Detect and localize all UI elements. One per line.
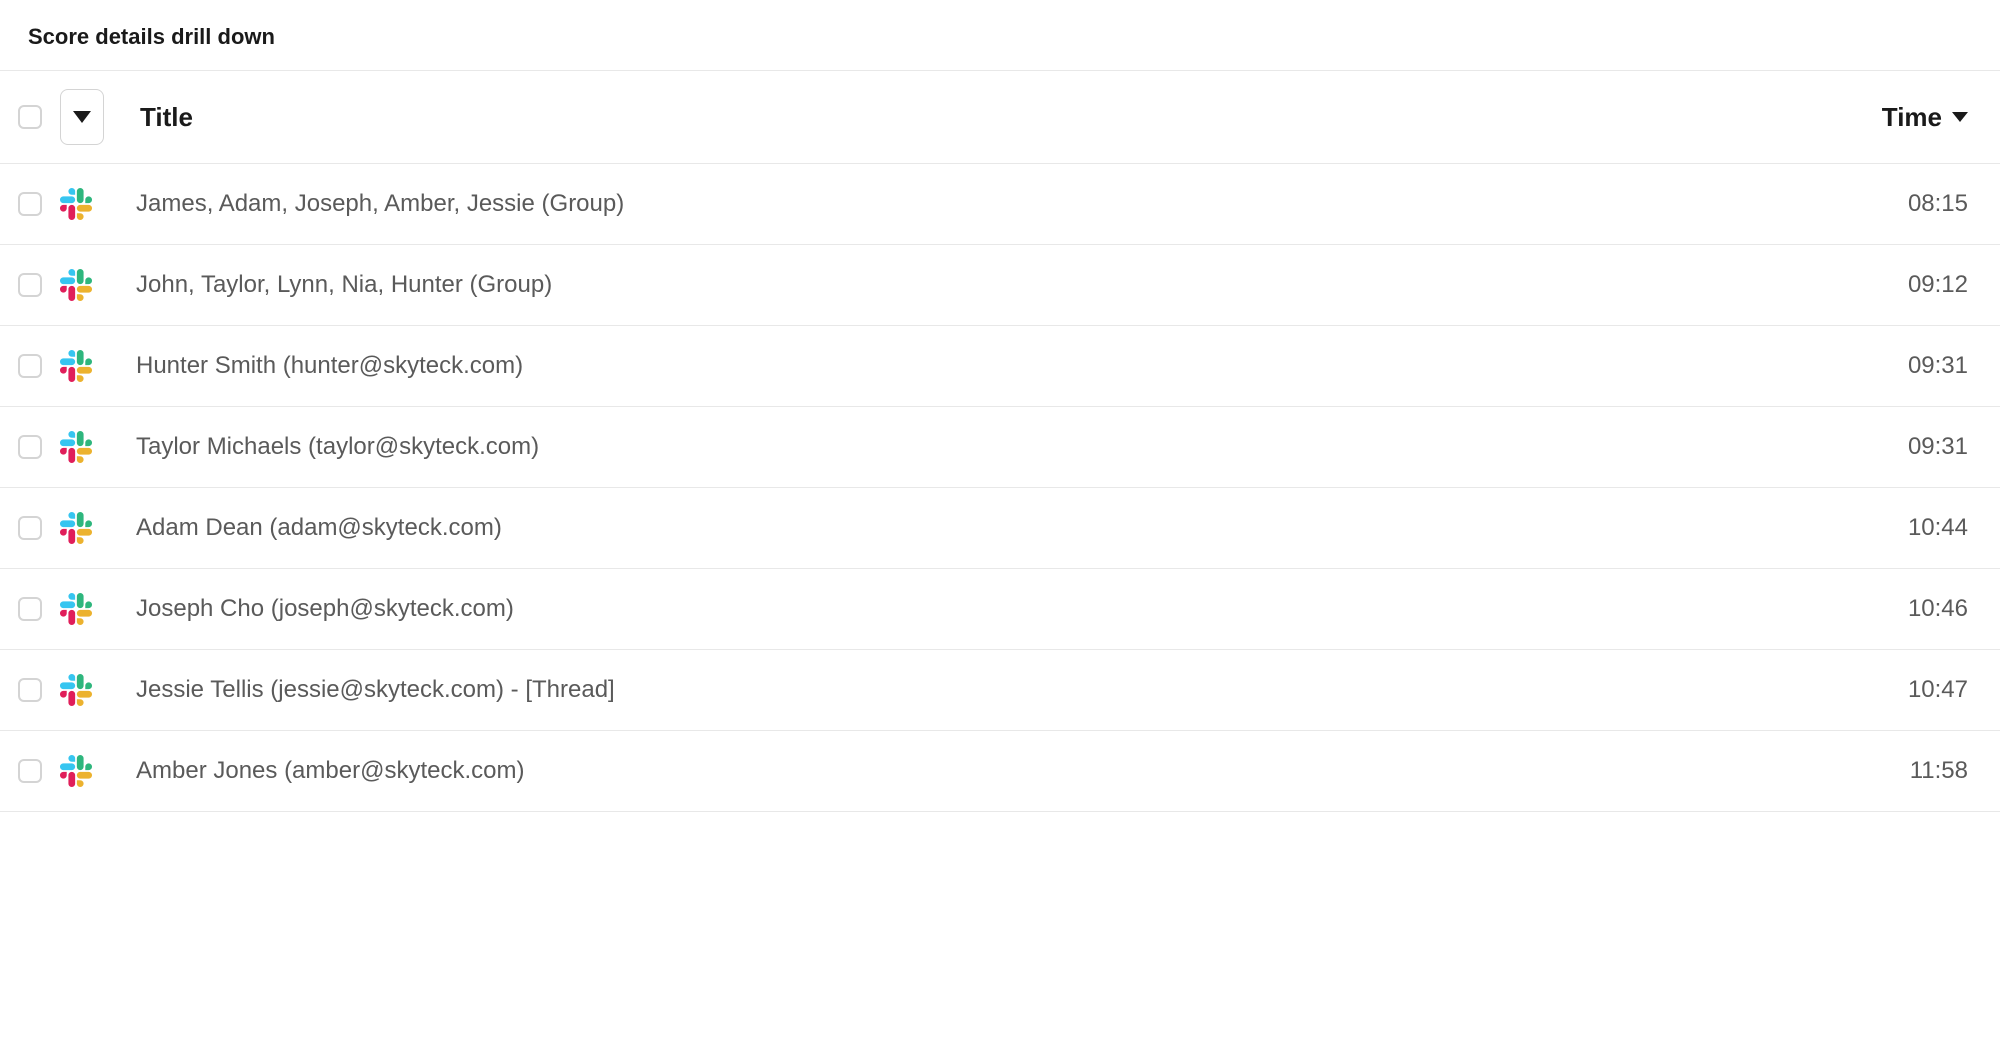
row-checkbox[interactable] [18, 435, 42, 459]
row-time: 10:46 [1908, 595, 1968, 623]
table-row[interactable]: Taylor Michaels (taylor@skyteck.com) 09:3… [0, 407, 2000, 488]
column-header-time[interactable]: Time [1844, 102, 1984, 133]
sort-descending-icon [1952, 112, 1968, 122]
table-row[interactable]: John, Taylor, Lynn, Nia, Hunter (Group) 0… [0, 245, 2000, 326]
table-header: Title Time [0, 70, 2000, 164]
row-title: Jessie Tellis (jessie@skyteck.com) - [Th… [136, 676, 615, 704]
row-time: 10:44 [1908, 514, 1968, 542]
slack-icon [60, 593, 92, 625]
select-all-checkbox[interactable] [18, 105, 42, 129]
table-row[interactable]: Joseph Cho (joseph@skyteck.com) 10:46 [0, 569, 2000, 650]
row-title: Amber Jones (amber@skyteck.com) [136, 757, 524, 785]
column-header-time-label: Time [1882, 102, 1942, 133]
row-time: 09:31 [1908, 433, 1968, 461]
slack-icon [60, 674, 92, 706]
slack-icon [60, 755, 92, 787]
row-checkbox[interactable] [18, 516, 42, 540]
row-time: 09:12 [1908, 271, 1968, 299]
table-row[interactable]: James, Adam, Joseph, Amber, Jessie (Grou… [0, 164, 2000, 245]
row-title: Hunter Smith (hunter@skyteck.com) [136, 352, 523, 380]
row-checkbox[interactable] [18, 192, 42, 216]
slack-icon [60, 188, 92, 220]
row-title: Adam Dean (adam@skyteck.com) [136, 514, 502, 542]
row-checkbox[interactable] [18, 597, 42, 621]
row-time: 08:15 [1908, 190, 1968, 218]
row-time: 09:31 [1908, 352, 1968, 380]
column-header-title[interactable]: Title [140, 102, 193, 133]
slack-icon [60, 512, 92, 544]
table-row[interactable]: Hunter Smith (hunter@skyteck.com) 09:31 [0, 326, 2000, 407]
slack-icon [60, 350, 92, 382]
row-checkbox[interactable] [18, 678, 42, 702]
row-title: John, Taylor, Lynn, Nia, Hunter (Group) [136, 271, 552, 299]
row-title: Taylor Michaels (taylor@skyteck.com) [136, 433, 539, 461]
bulk-actions-dropdown[interactable] [60, 89, 104, 145]
row-title: Joseph Cho (joseph@skyteck.com) [136, 595, 514, 623]
slack-icon [60, 269, 92, 301]
table-row[interactable]: Amber Jones (amber@skyteck.com) 11:58 [0, 731, 2000, 812]
slack-icon [60, 431, 92, 463]
row-time: 11:58 [1910, 757, 1968, 785]
section-title: Score details drill down [0, 0, 2000, 70]
table-row[interactable]: Jessie Tellis (jessie@skyteck.com) - [Th… [0, 650, 2000, 731]
row-checkbox[interactable] [18, 273, 42, 297]
row-title: James, Adam, Joseph, Amber, Jessie (Grou… [136, 190, 624, 218]
row-checkbox[interactable] [18, 354, 42, 378]
row-time: 10:47 [1908, 676, 1968, 704]
chevron-down-icon [73, 111, 91, 123]
row-checkbox[interactable] [18, 759, 42, 783]
table-row[interactable]: Adam Dean (adam@skyteck.com) 10:44 [0, 488, 2000, 569]
